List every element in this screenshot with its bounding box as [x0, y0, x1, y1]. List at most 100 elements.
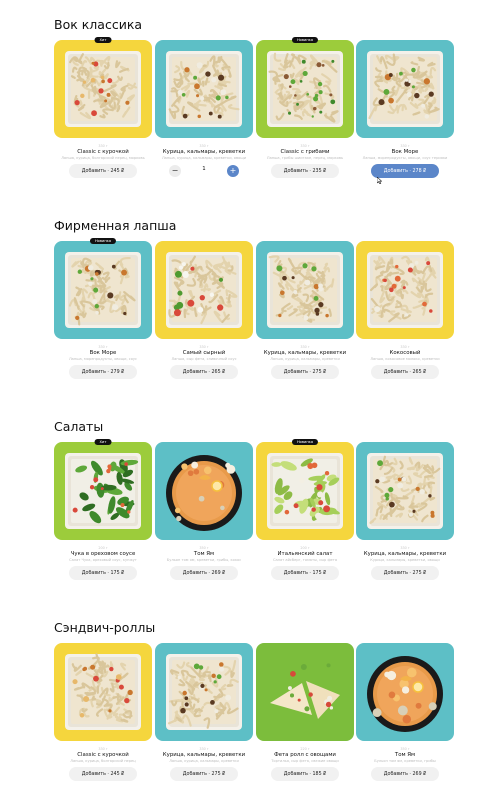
product-card[interactable]: Новинка 330 г Classic с грибами Лапша, гриб… — [256, 37, 354, 178]
product-card[interactable]: 330 г Вок Море Лапша, морепродукты, овощи,… — [356, 40, 454, 184]
product-name[interactable]: Classic с грибами — [256, 149, 354, 155]
food-photo — [367, 51, 443, 127]
food-photo — [367, 453, 443, 529]
add-to-cart-button[interactable]: Добавить · 278 ₽ — [371, 164, 439, 178]
product-card[interactable]: 330 г Курица, кальмары, креветки Лапша, ку… — [155, 643, 253, 781]
product-card[interactable]: Новинка 200 г Итальянский салат Салат айсбе… — [256, 439, 354, 580]
product-card[interactable]: 350 г Том Ям Бульон том ям, креветки, гриб… — [155, 442, 253, 580]
product-name[interactable]: Самый сырный — [155, 350, 253, 356]
add-to-cart-button[interactable]: Добавить · 269 ₽ — [170, 566, 238, 580]
mouse-cursor-icon — [377, 177, 382, 184]
product-card[interactable]: 350 г Том Ям Бульон том ям, креветки, гриб… — [356, 643, 454, 781]
product-image[interactable] — [155, 643, 253, 741]
quantity-stepper: − 1 + — [169, 164, 239, 178]
product-name[interactable]: Том Ям — [356, 752, 454, 758]
product-badge: Хит — [94, 439, 112, 446]
product-card[interactable]: 330 г Курица, кальмары, креветки Курица, к… — [356, 442, 454, 580]
product-image[interactable] — [155, 40, 253, 138]
add-to-cart-button[interactable]: Добавить · 175 ₽ — [69, 566, 137, 580]
product-weight: 330 г — [98, 345, 108, 349]
section-title: Вок классика — [54, 17, 143, 32]
add-to-cart-button[interactable]: Добавить · 275 ₽ — [371, 566, 439, 580]
product-weight: 330 г — [199, 144, 209, 148]
product-name[interactable]: Кокосовый — [356, 350, 454, 356]
product-name[interactable]: Чука в ореховом соусе — [54, 551, 152, 557]
product-image[interactable] — [356, 442, 454, 540]
add-to-cart-button[interactable]: Добавить · 265 ₽ — [170, 365, 238, 379]
product-image[interactable] — [256, 40, 354, 138]
product-image[interactable] — [155, 241, 253, 339]
food-photo — [166, 51, 242, 127]
product-weight: 330 г — [400, 345, 410, 349]
product-card[interactable]: 330 г Курица, кальмары, креветки Лапша, ку… — [155, 40, 253, 177]
product-description: Тортилья, сыр фета, свежие овощи — [271, 759, 339, 763]
product-badge: Хит — [94, 37, 112, 44]
increase-button[interactable]: + — [227, 165, 239, 177]
product-image[interactable] — [356, 241, 454, 339]
add-to-cart-button[interactable]: Добавить · 265 ₽ — [371, 365, 439, 379]
product-name[interactable]: Курица, кальмары, креветки — [256, 350, 354, 356]
product-image[interactable] — [356, 643, 454, 741]
product-card[interactable]: 330 г Курица, кальмары, креветки Лапша, ку… — [256, 241, 354, 379]
food-photo — [65, 51, 141, 127]
product-weight: 200 г — [300, 546, 310, 550]
add-to-cart-button[interactable]: Добавить · 185 ₽ — [271, 767, 339, 781]
product-description: Лапша, курица, болгарский перец, морковь — [61, 156, 145, 160]
product-description: Бульон том ям, креветки, грибы, кокос — [166, 558, 242, 562]
product-card[interactable]: 330 г Кокосовый Лапша, кокосовое молоко, к… — [356, 241, 454, 379]
product-description: Лапша, морепродукты, овощи, соус терияки — [362, 156, 448, 160]
product-image[interactable] — [155, 442, 253, 540]
decrease-button[interactable]: − — [169, 165, 181, 177]
food-photo — [65, 653, 141, 730]
product-image[interactable] — [256, 643, 354, 741]
add-to-cart-button[interactable]: Добавить · 279 ₽ — [69, 365, 137, 379]
product-weight: 330 г — [199, 747, 209, 751]
add-to-cart-button[interactable]: Добавить · 245 ₽ — [69, 767, 137, 781]
add-to-cart-button[interactable]: Добавить · 175 ₽ — [271, 566, 339, 580]
food-photo — [270, 663, 340, 719]
add-to-cart-button[interactable]: Добавить · 275 ₽ — [170, 767, 238, 781]
add-to-cart-button[interactable]: Добавить · 235 ₽ — [271, 164, 339, 178]
food-photo — [166, 654, 242, 730]
product-name[interactable]: Курица, кальмары, креветки — [356, 551, 454, 557]
product-image[interactable] — [54, 241, 152, 339]
product-card[interactable]: Хит 330 г Classic с курочкой Лапша, курица,… — [54, 37, 152, 178]
product-card[interactable]: 330 г Classic с курочкой Лапша, курица, бо… — [54, 643, 152, 781]
product-weight: 330 г — [199, 345, 209, 349]
food-photo — [267, 252, 343, 328]
product-badge: Новинка — [291, 37, 319, 44]
section-title: Сэндвич-роллы — [54, 620, 156, 635]
product-image[interactable] — [256, 442, 354, 540]
product-description: Салат Чука, ореховый соус, кунжут — [69, 558, 137, 562]
product-name[interactable]: Том Ям — [155, 551, 253, 557]
product-description: Салат айсберг, томаты, сыр фета — [272, 558, 338, 562]
product-badge: Новинка — [291, 439, 319, 446]
product-card[interactable]: 330 г Самый сырный Лапша, сыр фета, сливоч… — [155, 241, 253, 379]
add-to-cart-button[interactable]: Добавить · 275 ₽ — [271, 365, 339, 379]
food-photo — [367, 252, 443, 328]
food-photo — [65, 252, 141, 328]
product-name[interactable]: Classic с курочкой — [54, 149, 152, 155]
product-name[interactable]: Вок Море — [54, 350, 152, 356]
product-weight: 350 г — [199, 546, 209, 550]
add-to-cart-button[interactable]: Добавить · 245 ₽ — [69, 164, 137, 178]
product-card[interactable]: Новинка 330 г Вок Море Лапша, морепродукты,… — [54, 238, 152, 379]
product-image[interactable] — [54, 40, 152, 138]
product-weight: 200 г — [98, 546, 108, 550]
product-card[interactable]: 220 г Фета ролл с овощами Тортилья, сыр фе… — [256, 643, 354, 781]
product-name[interactable]: Вок Море — [356, 149, 454, 155]
product-name[interactable]: Фета ролл с овощами — [256, 752, 354, 758]
product-weight: 330 г — [400, 144, 410, 148]
product-image[interactable] — [54, 643, 152, 741]
add-to-cart-button[interactable]: Добавить · 269 ₽ — [371, 767, 439, 781]
product-image[interactable] — [54, 442, 152, 540]
product-name[interactable]: Курица, кальмары, креветки — [155, 149, 253, 155]
product-image[interactable] — [356, 40, 454, 138]
product-image[interactable] — [256, 241, 354, 339]
product-card[interactable]: Хит 200 г Чука в ореховом соусе Салат Чука,… — [54, 439, 152, 580]
food-photo — [65, 453, 141, 529]
product-name[interactable]: Classic с курочкой — [54, 752, 152, 758]
product-name[interactable]: Курица, кальмары, креветки — [155, 752, 253, 758]
product-description: Курица, кальмары, креветки, овощи — [370, 558, 440, 562]
product-name[interactable]: Итальянский салат — [256, 551, 354, 557]
